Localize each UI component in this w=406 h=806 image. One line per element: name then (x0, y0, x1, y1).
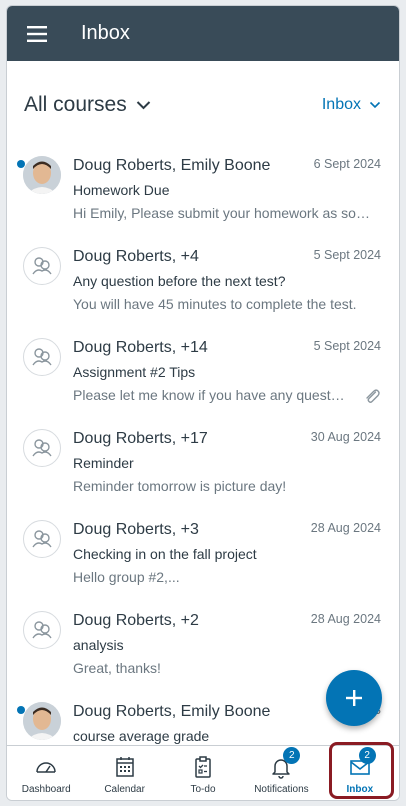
conversation-row[interactable]: Doug Roberts, +14 5 Sept 2024 Assignment… (7, 331, 399, 422)
person-photo-icon (23, 156, 61, 194)
message-preview: Great, thanks! (73, 660, 161, 676)
participants: Doug Roberts, +4 (73, 248, 199, 265)
bottom-tab-bar: Dashboard Calendar To-do 2 Notifications… (7, 745, 399, 800)
message-subject: analysis (73, 637, 124, 653)
avatar (23, 156, 61, 194)
message-subject: course average grade (73, 728, 210, 744)
dashboard-icon (36, 762, 56, 773)
group-icon (32, 530, 52, 548)
notifications-badge: 2 (283, 747, 301, 764)
message-preview: Reminder tomorrow is picture day! (73, 478, 287, 494)
avatar (23, 702, 61, 740)
plus-icon (346, 690, 362, 706)
hamburger-icon (27, 25, 47, 42)
message-date: 5 Sept 2024 (313, 339, 381, 353)
tab-label: Calendar (104, 784, 145, 795)
conversation-row[interactable]: Doug Roberts, +4 5 Sept 2024 Any questio… (7, 240, 399, 331)
attachment-icon (366, 389, 380, 403)
avatar (23, 429, 61, 467)
message-date: 6 Sept 2024 (313, 157, 381, 171)
calendar-icon (115, 757, 134, 777)
person-photo-icon (23, 702, 61, 740)
message-date: 5 Sept 2024 (313, 248, 381, 262)
message-preview: Please let me know if you have any quest… (73, 387, 345, 403)
participants: Doug Roberts, +17 (73, 430, 208, 447)
message-date: 28 Aug 2024 (310, 612, 381, 626)
message-subject: Homework Due (73, 182, 170, 198)
top-app-bar: Inbox (7, 6, 399, 61)
conversation-row[interactable]: Doug Roberts, +3 28 Aug 2024 Checking in… (7, 513, 399, 604)
inbox-badge: 2 (358, 747, 376, 764)
participants: Doug Roberts, +14 (73, 339, 208, 356)
message-date: 30 Aug 2024 (310, 430, 381, 444)
participants: Doug Roberts, Emily Boone (73, 157, 271, 174)
message-preview: Hello group #2,... (73, 569, 180, 585)
course-filter-dropdown[interactable]: All courses (24, 93, 151, 117)
course-filter-label: All courses (24, 93, 127, 116)
message-subject: Reminder (73, 455, 134, 471)
avatar (23, 247, 61, 285)
tab-notifications[interactable]: 2 Notifications (242, 746, 320, 800)
group-icon (32, 621, 52, 639)
chevron-down-icon (369, 101, 381, 109)
conversation-list: Doug Roberts, Emily Boone 6 Sept 2024 Ho… (7, 149, 399, 745)
conversation-row[interactable]: Doug Roberts, Emily Boone 6 Sept 2024 Ho… (7, 149, 399, 240)
tab-label: Dashboard (21, 784, 71, 795)
tab-inbox[interactable]: 2 Inbox (321, 746, 399, 800)
message-subject: Any question before the next test? (73, 273, 286, 289)
app-screen: Inbox All courses Inbox Doug Roberts, Em… (6, 5, 400, 801)
mailbox-scope-dropdown[interactable]: Inbox (322, 96, 381, 114)
tab-todo[interactable]: To-do (164, 746, 242, 800)
message-preview: Hi Emily, Please submit your homework as… (73, 205, 373, 221)
avatar (23, 338, 61, 376)
message-subject: Checking in on the fall project (73, 546, 257, 562)
tab-calendar[interactable]: Calendar (85, 746, 163, 800)
tab-label: Notifications (254, 784, 309, 795)
compose-button[interactable] (326, 670, 382, 726)
avatar (23, 611, 61, 649)
tab-dashboard[interactable]: Dashboard (7, 746, 85, 800)
chevron-down-icon (136, 101, 150, 110)
participants: Doug Roberts, +3 (73, 521, 199, 538)
menu-button[interactable] (7, 6, 67, 61)
participants: Doug Roberts, +2 (73, 612, 199, 629)
tab-label: To-do (190, 784, 216, 795)
scope-filter-label: Inbox (321, 96, 361, 113)
message-subject: Assignment #2 Tips (73, 364, 196, 380)
group-icon (32, 439, 52, 457)
page-title: Inbox (81, 22, 130, 44)
conversation-row[interactable]: Doug Roberts, +17 30 Aug 2024 Reminder R… (7, 422, 399, 513)
group-icon (32, 257, 52, 275)
group-icon (32, 348, 52, 366)
message-date: 28 Aug 2024 (310, 521, 381, 535)
todo-icon (195, 756, 211, 778)
filter-bar: All courses Inbox (7, 61, 399, 149)
avatar (23, 520, 61, 558)
message-preview: You will have 45 minutes to complete the… (73, 296, 357, 312)
tab-label: Inbox (346, 784, 374, 795)
participants: Doug Roberts, Emily Boone (73, 703, 271, 720)
